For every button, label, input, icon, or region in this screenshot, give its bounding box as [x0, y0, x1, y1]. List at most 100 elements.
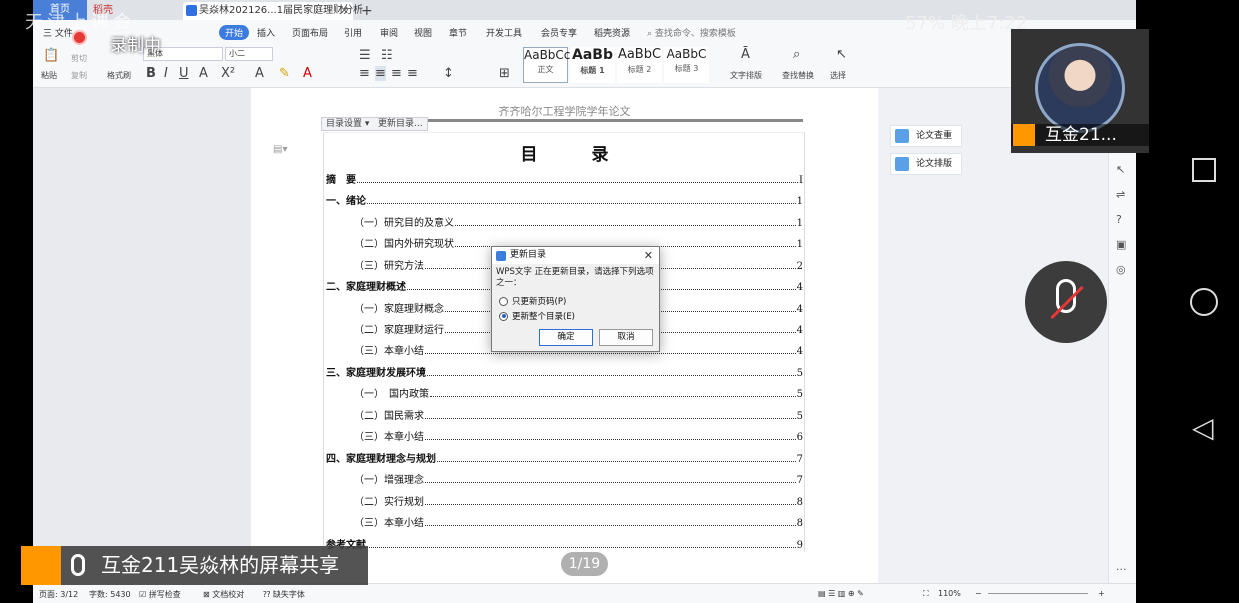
menu-layout[interactable]: 页面布局 [292, 26, 328, 39]
strikethrough-icon[interactable]: A [199, 66, 208, 81]
command-search[interactable]: ⌕ 查找命令、搜索模板 [647, 26, 736, 39]
superscript-icon[interactable]: X² [221, 66, 235, 81]
paste-icon[interactable]: 📋 [43, 48, 59, 63]
location-icon[interactable]: ◎ [1116, 263, 1126, 276]
word-count[interactable]: 字数: 5430 [89, 589, 131, 600]
plagiarism-check-button[interactable]: 论文查重 [890, 125, 962, 147]
toc-settings-button[interactable]: 目录设置 [326, 119, 362, 129]
camera-label: 互金21... [1011, 124, 1149, 146]
find-replace-button[interactable]: 查找替换 [782, 70, 814, 81]
page-indicator[interactable]: 页面: 3/12 [39, 589, 78, 600]
text-layout-button[interactable]: 文字排版 [730, 70, 762, 81]
numbered-list-icon[interactable]: ☷ [381, 48, 393, 63]
menu-start[interactable]: 开始 [219, 25, 250, 40]
missing-font-button[interactable]: ⁇ 缺失字体 [263, 589, 305, 600]
pointer-icon[interactable]: ↖ [1116, 163, 1125, 176]
toc-entry[interactable]: 摘 要I [326, 172, 803, 186]
menu-review[interactable]: 审阅 [380, 26, 398, 39]
proofread-button[interactable]: ⊠ 文档校对 [203, 589, 244, 600]
cursor-icon[interactable]: ↖ [836, 47, 847, 62]
cancel-button[interactable]: 取消 [599, 329, 653, 346]
spell-check-label: 拼写检查 [148, 590, 181, 599]
font-color-icon[interactable]: A [303, 66, 312, 81]
bold-icon[interactable]: B [146, 66, 156, 81]
new-tab-button[interactable]: + [361, 2, 373, 20]
borders-icon[interactable]: ⊞ [499, 66, 510, 81]
toc-entry[interactable]: 参考文献9 [326, 537, 803, 551]
toc-leader [425, 504, 796, 505]
align-left-icon[interactable]: ≡ [359, 66, 370, 81]
image-icon[interactable]: ▣ [1116, 238, 1126, 251]
radio-page-numbers[interactable] [499, 296, 508, 306]
font-effect-icon[interactable]: A [255, 66, 264, 81]
spell-check-button[interactable]: ☑ 拼写检查 [139, 589, 181, 600]
recent-apps-button[interactable] [1192, 158, 1216, 182]
align-right-icon[interactable]: ≡ [391, 66, 402, 81]
person-icon [1013, 124, 1035, 146]
style-normal[interactable]: AaBbCcI 正文 [523, 47, 574, 83]
paste-button[interactable]: 粘贴 [41, 70, 57, 81]
missing-font-label: 缺失字体 [272, 590, 305, 599]
recording-dot-icon [72, 30, 87, 45]
paper-typeset-button[interactable]: 论文排版 [890, 153, 962, 175]
toc-update-button[interactable]: 更新目录... [378, 119, 423, 129]
toc-entry[interactable]: 三、家庭理财发展环境 5 [326, 365, 803, 379]
cut-button[interactable]: 剪切 [71, 53, 87, 64]
zoom-in-button[interactable]: + [1098, 589, 1105, 598]
menu-member[interactable]: 会员专享 [541, 26, 577, 39]
toc-entry[interactable]: （二）国民需求 5 [326, 408, 803, 422]
line-spacing-icon[interactable]: ↕ [443, 66, 454, 81]
menu-insert[interactable]: 插入 [257, 26, 275, 39]
text-layout-icon[interactable]: Ā [741, 47, 750, 62]
menu-view[interactable]: 视图 [414, 26, 432, 39]
style-heading-2[interactable]: AaBbC 标题 2 [617, 47, 662, 83]
toc-entry[interactable]: （二）实行规划 8 [326, 494, 803, 508]
mute-button[interactable] [1025, 261, 1107, 343]
camera-tile[interactable]: 互金21... [1011, 29, 1149, 153]
ok-button[interactable]: 确定 [539, 329, 593, 346]
style-heading-3[interactable]: AaBbC 标题 3 [664, 47, 709, 83]
bullet-list-icon[interactable]: ☰ [359, 48, 371, 63]
toc-entry[interactable]: （三）本章小结 8 [326, 515, 803, 529]
toc-entry[interactable]: 四、家庭理财理念与规划 7 [326, 451, 803, 465]
tab-document[interactable]: 吴焱林202126...1届民家庭理财分析 ✕ [183, 2, 363, 20]
zoom-slider[interactable] [988, 593, 1088, 594]
option-entire-toc[interactable]: 更新整个目录(E) [499, 310, 575, 322]
zoom-out-button[interactable]: − [975, 589, 982, 598]
justify-icon[interactable]: ≡ [407, 66, 418, 81]
page-nav-icon[interactable]: ▤▾ [273, 144, 287, 155]
toc-entry[interactable]: 一、绪论 1 [326, 193, 803, 207]
underline-icon[interactable]: U [179, 66, 189, 81]
radio-entire-toc[interactable] [499, 311, 508, 321]
toc-entry[interactable]: （一） 国内政策 5 [326, 386, 803, 400]
zoom-level[interactable]: 110% [938, 589, 961, 598]
close-icon[interactable]: ✕ [340, 2, 349, 20]
adjust-icon[interactable]: ⇌ [1116, 188, 1125, 201]
toc-entry[interactable]: （一）增强理念 7 [326, 472, 803, 486]
search-icon[interactable]: ⌕ [793, 47, 800, 62]
menu-resources[interactable]: 稻壳资源 [594, 26, 630, 39]
copy-button[interactable]: 复制 [71, 70, 87, 81]
toc-entry-page: 1 [796, 196, 803, 207]
italic-icon[interactable]: I [164, 66, 168, 81]
toc-entry[interactable]: （一）研究目的及意义 1 [326, 215, 803, 229]
option-page-numbers-only[interactable]: 只更新页码(P) [499, 295, 566, 307]
style-heading-1[interactable]: AaBb 标题 1 [570, 47, 615, 83]
menu-references[interactable]: 引用 [344, 26, 362, 39]
toc-entry[interactable]: （三）本章小结 6 [326, 429, 803, 443]
close-icon[interactable]: ✕ [644, 247, 653, 264]
menu-chapter[interactable]: 章节 [449, 26, 467, 39]
menu-dev-tools[interactable]: 开发工具 [486, 26, 522, 39]
view-modes[interactable]: ▤ ☰ ▥ ⊕ ✎ [818, 589, 864, 598]
toc-entry-page: 5 [796, 411, 803, 422]
more-icon[interactable]: ··· [1116, 563, 1127, 576]
back-button[interactable]: ◁ [1192, 414, 1214, 442]
align-center-icon[interactable]: ≡ [375, 66, 386, 81]
font-size-select[interactable]: 小二 [225, 47, 273, 61]
select-button[interactable]: 选择 [830, 70, 846, 81]
home-button[interactable] [1190, 288, 1218, 316]
fit-icon[interactable]: ⛶ [923, 589, 929, 599]
highlight-icon[interactable]: ✎ [279, 66, 290, 81]
format-painter-button[interactable]: 格式刷 [107, 70, 131, 81]
help-icon[interactable]: ? [1116, 213, 1122, 226]
